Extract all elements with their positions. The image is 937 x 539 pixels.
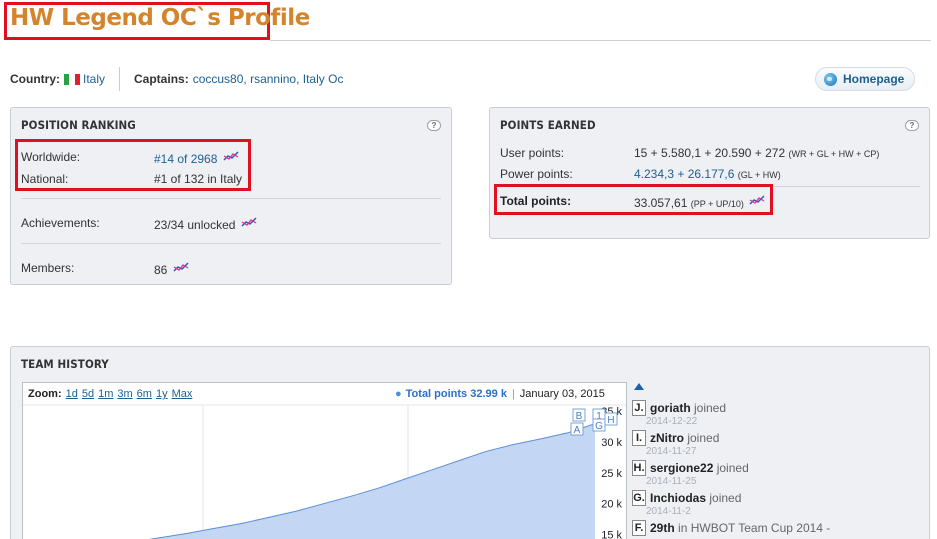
user-points-note: (WR + GL + HW + CP) xyxy=(788,149,880,159)
svg-text:B: B xyxy=(576,411,583,422)
chart-flag-marker[interactable]: H xyxy=(604,412,618,426)
achievements-count: 23/34 xyxy=(154,218,185,232)
event-text: zNitro joined xyxy=(650,431,719,445)
achievements-suffix: unlocked xyxy=(187,218,236,232)
y-tick-label: 15 k xyxy=(601,530,622,539)
total-points-highlight xyxy=(494,184,773,215)
event-date: 2014-12-22 xyxy=(646,416,698,427)
event-member-name[interactable]: zNitro xyxy=(650,431,684,445)
members-label: Members: xyxy=(21,261,75,275)
divider xyxy=(21,198,441,199)
event-action: joined xyxy=(690,401,727,415)
event-member-name[interactable]: sergione22 xyxy=(650,461,713,475)
achievements-label: Achievements: xyxy=(21,216,100,230)
captains-label: Captains: xyxy=(134,72,189,86)
trend-chart-icon[interactable] xyxy=(173,261,189,273)
points-earned-panel: POINTS EARNED ? User points: 15 + 5.580,… xyxy=(489,107,930,239)
event-member-name[interactable]: goriath xyxy=(650,401,691,415)
italy-flag-icon xyxy=(64,73,80,85)
event-text: sergione22 joined xyxy=(650,461,749,475)
history-event-item[interactable]: I. zNitro joined 2014-11-27 xyxy=(631,430,921,460)
event-marker-icon: I. xyxy=(632,430,646,446)
title-divider xyxy=(270,40,931,41)
event-date: 2014-11-25 xyxy=(646,476,697,487)
members-count: 86 xyxy=(154,263,168,277)
profile-meta: Country: Italy Captains: coccus80, rsann… xyxy=(10,67,343,91)
history-event-item[interactable]: F. 29th in HWBOT Team Cup 2014 - xyxy=(631,520,921,539)
user-points-label: User points: xyxy=(500,146,565,160)
event-member-name[interactable]: 29th xyxy=(650,521,675,535)
event-action: joined xyxy=(713,461,749,475)
page-title: HW Legend OC`s Profile xyxy=(10,5,310,31)
trend-chart-icon[interactable] xyxy=(241,216,257,228)
history-event-item[interactable]: G. Inchiodas joined 2014-11-2 xyxy=(631,490,921,520)
position-ranking-panel: POSITION RANKING ? Worldwide: #14 of 296… xyxy=(10,107,452,285)
event-marker-icon: G. xyxy=(632,490,646,506)
power-points-note: (GL + HW) xyxy=(737,170,781,180)
divider xyxy=(21,243,441,244)
event-action: joined xyxy=(706,491,742,505)
event-member-name[interactable]: Inchiodas xyxy=(650,491,706,505)
homepage-label: Homepage xyxy=(843,72,905,86)
chart-flag-marker[interactable]: G xyxy=(592,418,606,432)
y-tick-label: 25 k xyxy=(601,468,622,480)
meta-separator xyxy=(119,67,121,91)
chart-flag-marker[interactable]: B xyxy=(572,408,586,422)
power-points-label: Power points: xyxy=(500,167,573,181)
team-history-chart[interactable]: Zoom: 1d 5d 1m 3m 6m 1y Max ● Total points 32.99… xyxy=(22,382,627,539)
history-event-item[interactable]: H. sergione22 joined 2014-11-25 xyxy=(631,460,921,490)
event-date: 2014-11-27 xyxy=(646,446,697,457)
y-tick-label: 30 k xyxy=(601,437,622,449)
history-event-item[interactable]: J. goriath joined 2014-12-22 xyxy=(631,400,921,430)
svg-text:A: A xyxy=(574,425,581,436)
captains-links[interactable]: coccus80, rsannino, Italy Oc xyxy=(193,72,344,86)
event-date: 2014-11-2 xyxy=(646,506,691,517)
event-action: joined xyxy=(684,431,720,445)
help-icon[interactable]: ? xyxy=(905,120,919,131)
homepage-button[interactable]: Homepage xyxy=(815,67,915,91)
svg-text:G: G xyxy=(595,421,603,432)
event-text: 29th in HWBOT Team Cup 2014 - xyxy=(650,521,830,535)
globe-icon xyxy=(824,72,837,86)
points-earned-heading: POINTS EARNED xyxy=(500,118,596,132)
total-points-area xyxy=(151,423,595,539)
country-link[interactable]: Italy xyxy=(83,72,105,86)
chart-plot: 15 k20 k25 k30 k35 kB 1GAH xyxy=(23,404,626,539)
ranking-highlight xyxy=(15,139,251,191)
team-history-heading: TEAM HISTORY xyxy=(21,357,109,371)
event-marker-icon: H. xyxy=(632,460,646,476)
position-ranking-heading: POSITION RANKING xyxy=(21,118,136,132)
y-tick-label: 20 k xyxy=(601,499,622,511)
scroll-up-icon[interactable] xyxy=(634,383,644,390)
power-points-link[interactable]: 4.234,3 + 26.177,6 xyxy=(634,167,734,181)
event-marker-icon: F. xyxy=(632,520,646,536)
chart-flag-marker[interactable]: A xyxy=(570,422,584,436)
event-text: goriath joined xyxy=(650,401,726,415)
country-label: Country: xyxy=(10,72,60,86)
user-points-value: 15 + 5.580,1 + 20.590 + 272 xyxy=(634,146,786,160)
event-marker-icon: J. xyxy=(632,400,646,416)
event-action: in HWBOT Team Cup 2014 - xyxy=(674,521,831,535)
svg-text:H: H xyxy=(607,415,614,426)
help-icon[interactable]: ? xyxy=(427,120,441,131)
event-text: Inchiodas joined xyxy=(650,491,741,505)
